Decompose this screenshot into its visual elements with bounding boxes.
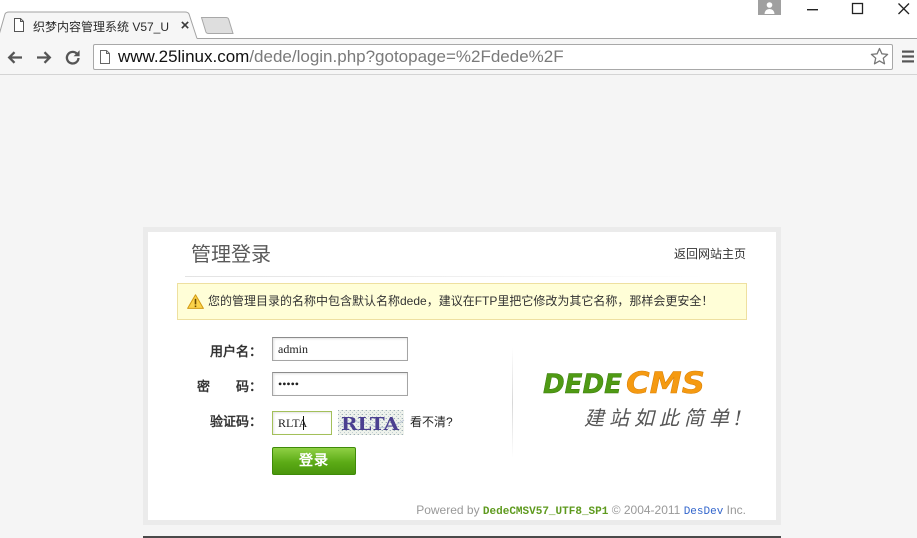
warning-text: 您的管理目录的名称中包含默认名称dede，建议在FTP里把它修改为其它名称，那样… bbox=[208, 294, 714, 308]
back-to-home-link[interactable]: 返回网站主页 bbox=[674, 247, 746, 261]
header-divider bbox=[185, 276, 705, 277]
captcha-label: 验证码： bbox=[209, 414, 262, 429]
text-cursor bbox=[303, 416, 304, 430]
minimize-icon[interactable] bbox=[802, 0, 824, 18]
captcha-image[interactable]: RLTA bbox=[337, 410, 405, 435]
user-icon[interactable] bbox=[758, 0, 781, 15]
warning-icon bbox=[187, 294, 204, 309]
page-icon bbox=[99, 50, 111, 64]
footer-company-link[interactable]: DesDev bbox=[684, 506, 724, 518]
captcha-refresh-link[interactable]: 看不清? bbox=[410, 415, 453, 429]
username-input[interactable] bbox=[272, 337, 408, 361]
address-bar[interactable]: www.25linux.com/dede/login.php?gotopage=… bbox=[93, 44, 893, 70]
url-path: /dede/login.php?gotopage=%2Fdede%2F bbox=[249, 47, 564, 66]
reload-icon[interactable] bbox=[64, 49, 82, 66]
logo-cms: CMS bbox=[626, 366, 705, 400]
tab-close-button[interactable]: × bbox=[179, 18, 191, 34]
warning-banner: 您的管理目录的名称中包含默认名称dede，建议在FTP里把它修改为其它名称，那样… bbox=[177, 283, 747, 320]
username-label: 用户名： bbox=[209, 344, 262, 359]
captcha-text: RLTA bbox=[341, 414, 400, 435]
star-icon[interactable] bbox=[870, 47, 889, 66]
password-label: 密 码： bbox=[196, 379, 262, 394]
password-input[interactable] bbox=[272, 372, 408, 396]
vertical-divider bbox=[512, 348, 513, 458]
footer-product-link[interactable]: DedeCMSV57_UTF8_SP1 bbox=[483, 506, 608, 518]
dedecms-logo: DEDE CMS bbox=[543, 366, 706, 401]
forward-arrow-icon[interactable] bbox=[35, 49, 53, 66]
footer-powered-by: Powered by bbox=[416, 503, 480, 517]
footer-suffix: Inc. bbox=[726, 503, 746, 517]
logo-dede: DEDE bbox=[543, 369, 623, 400]
page-title: 管理登录 bbox=[191, 244, 271, 266]
footer: Powered by DedeCMSV57_UTF8_SP1 © 2004-20… bbox=[300, 503, 746, 519]
url-host: www.25linux.com bbox=[118, 47, 250, 66]
url-text[interactable]: www.25linux.com/dede/login.php?gotopage=… bbox=[118, 45, 564, 69]
new-tab-button[interactable] bbox=[200, 17, 234, 34]
close-icon[interactable] bbox=[892, 0, 914, 18]
tab-title[interactable]: 织梦内容管理系统 V57_U bbox=[33, 19, 175, 35]
back-arrow-icon[interactable] bbox=[6, 49, 24, 66]
login-button[interactable]: 登录 bbox=[272, 447, 356, 475]
page-icon bbox=[13, 18, 25, 32]
slogan: 建站如此简单! bbox=[584, 406, 748, 430]
hamburger-menu-icon[interactable] bbox=[901, 50, 915, 63]
captcha-input[interactable] bbox=[272, 411, 332, 435]
footer-copyright: © 2004-2011 bbox=[611, 503, 681, 517]
maximize-icon[interactable] bbox=[846, 0, 868, 18]
